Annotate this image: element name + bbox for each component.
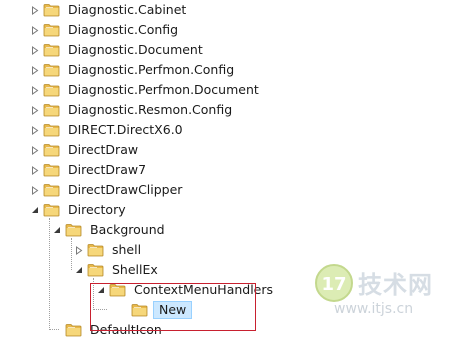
expand-arrow-icon[interactable] (30, 25, 40, 35)
tree-item-label: Diagnostic.Config (68, 22, 179, 37)
tree-item[interactable]: Directory (30, 200, 129, 220)
no-arrow-spacer (52, 325, 62, 335)
watermark: 17 技术网 www.itjs.cn (314, 263, 454, 319)
folder-open-icon (43, 204, 60, 217)
tree-guide-line (93, 278, 94, 310)
svg-text:17: 17 (321, 274, 346, 295)
watermark-url: www.itjs.cn (334, 301, 414, 317)
tree-item[interactable]: Diagnostic.Perfmon.Document (30, 80, 262, 100)
folder-open-icon (109, 284, 126, 297)
folder-icon (43, 104, 60, 117)
tree-guide-line (49, 218, 50, 330)
collapse-arrow-icon[interactable] (96, 285, 106, 295)
tree-item-label: DirectDrawClipper (68, 182, 183, 197)
expand-arrow-icon[interactable] (30, 85, 40, 95)
folder-icon (65, 324, 82, 337)
tree-item-label: Background (90, 222, 165, 237)
tree-item[interactable]: DirectDraw (30, 140, 141, 160)
no-arrow-spacer (118, 305, 128, 315)
expand-arrow-icon[interactable] (30, 165, 40, 175)
tree-item-label: Diagnostic.Resmon.Config (68, 102, 233, 117)
folder-icon (43, 4, 60, 17)
expand-arrow-icon[interactable] (30, 5, 40, 15)
tree-item[interactable]: Diagnostic.Resmon.Config (30, 100, 235, 120)
tree-guide-line (71, 238, 72, 270)
folder-icon (43, 24, 60, 37)
tree-item[interactable]: Diagnostic.Document (30, 40, 206, 60)
expand-arrow-icon[interactable] (74, 245, 84, 255)
tree-item-label: Diagnostic.Document (68, 42, 203, 57)
collapse-arrow-icon[interactable] (74, 265, 84, 275)
tree-item-label: Diagnostic.Cabinet (68, 2, 187, 17)
folder-open-icon (87, 264, 104, 277)
tree-item-label: DIRECT.DirectX6.0 (68, 122, 183, 137)
tree-item-label: DirectDraw (68, 142, 139, 157)
folder-icon (43, 124, 60, 137)
tree-item[interactable]: DirectDrawClipper (30, 180, 185, 200)
tree-item-label: ContextMenuHandlers (134, 282, 274, 297)
tree-item[interactable]: shell (74, 240, 144, 260)
tree-item-label: DefaultIcon (90, 322, 162, 337)
tree-item[interactable]: DIRECT.DirectX6.0 (30, 120, 186, 140)
tree-item[interactable]: Background (52, 220, 168, 240)
tree-item[interactable]: ContextMenuHandlers (96, 280, 276, 300)
expand-arrow-icon[interactable] (30, 125, 40, 135)
folder-icon (43, 144, 60, 157)
expand-arrow-icon[interactable] (30, 145, 40, 155)
folder-icon (43, 84, 60, 97)
tree-item[interactable]: DefaultIcon (52, 320, 165, 340)
tree-item[interactable]: Diagnostic.Perfmon.Config (30, 60, 237, 80)
tree-item-label: Directory (68, 202, 126, 217)
expand-arrow-icon[interactable] (30, 105, 40, 115)
tree-item-label: shell (112, 242, 142, 257)
folder-icon (131, 304, 148, 317)
expand-arrow-icon[interactable] (30, 45, 40, 55)
tree-item[interactable]: ShellEx (74, 260, 161, 280)
tree-item-label: Diagnostic.Perfmon.Document (68, 82, 259, 97)
expand-arrow-icon[interactable] (30, 185, 40, 195)
collapse-arrow-icon[interactable] (52, 225, 62, 235)
tree-item-label: Diagnostic.Perfmon.Config (68, 62, 235, 77)
tree-item[interactable]: New (118, 300, 193, 320)
collapse-arrow-icon[interactable] (30, 205, 40, 215)
folder-icon (87, 244, 104, 257)
tree-item[interactable]: DirectDraw7 (30, 160, 149, 180)
tree-item-label: ShellEx (112, 262, 158, 277)
watermark-title: 技术网 (358, 271, 433, 299)
expand-arrow-icon[interactable] (30, 65, 40, 75)
folder-icon (43, 164, 60, 177)
folder-icon (43, 184, 60, 197)
tree-guide-line (93, 309, 107, 310)
folder-open-icon (65, 224, 82, 237)
tree-item[interactable]: Diagnostic.Cabinet (30, 0, 189, 20)
folder-icon (43, 44, 60, 57)
watermark-logo-icon: 17 (315, 264, 353, 302)
folder-icon (43, 64, 60, 77)
tree-item[interactable]: Diagnostic.Config (30, 20, 181, 40)
tree-item-label: DirectDraw7 (68, 162, 147, 177)
tree-item-label: New (153, 301, 193, 319)
